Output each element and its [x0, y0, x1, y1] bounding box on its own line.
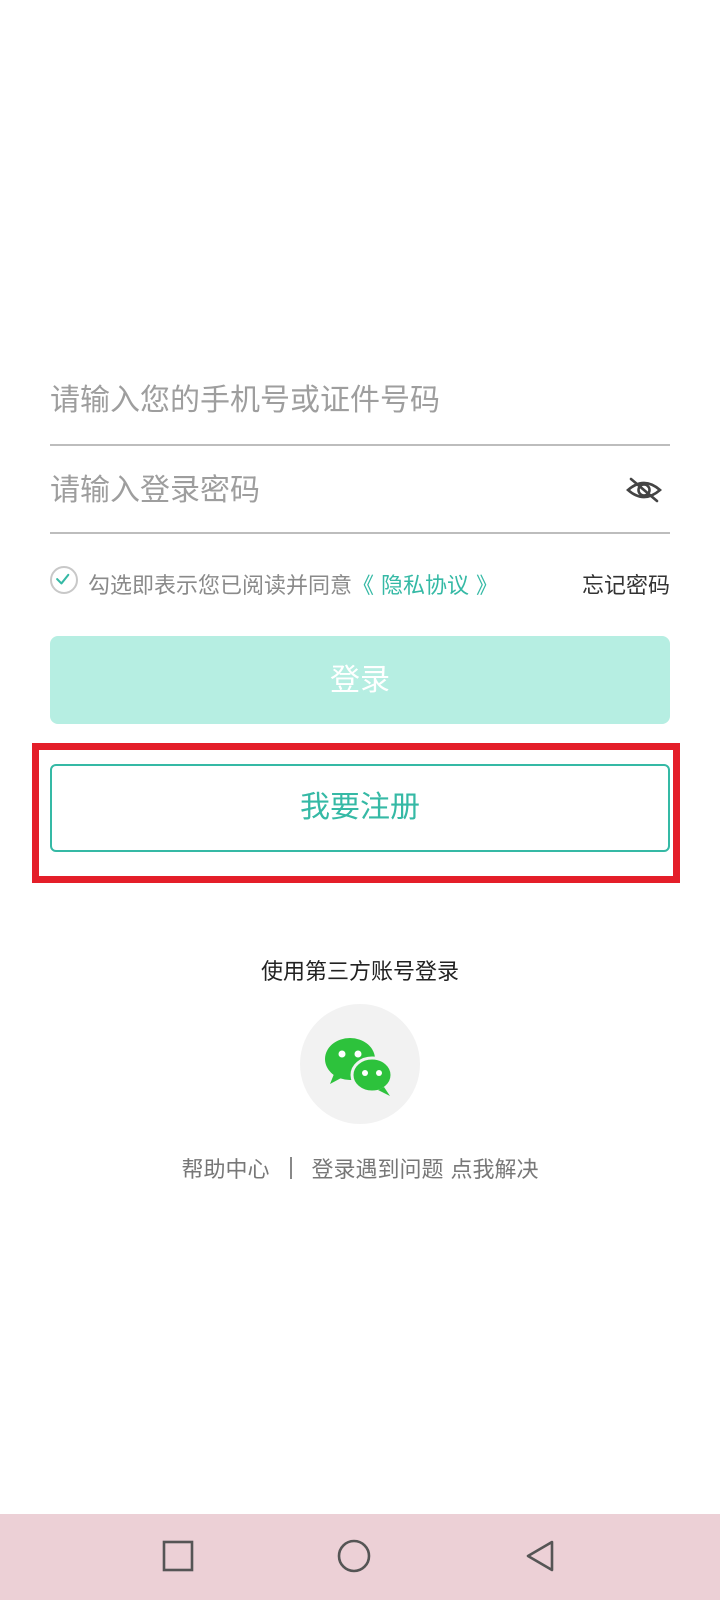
back-icon[interactable] [520, 1536, 560, 1576]
help-center-link[interactable]: 帮助中心 [181, 1158, 269, 1183]
third-party-login-title: 使用第三方账号登录 [260, 960, 459, 985]
agreement-row: 勾选即表示您已阅读并同意《 隐私协议 》 忘记密码 [50, 566, 670, 600]
agreement-text: 勾选即表示您已阅读并同意《 隐私协议 》 [88, 568, 498, 600]
password-input-row [50, 460, 670, 534]
checkmark-icon[interactable] [50, 566, 78, 594]
phone-input-row [50, 370, 670, 446]
phone-input[interactable] [50, 370, 610, 430]
separator [289, 1157, 292, 1179]
wechat-login-button[interactable] [300, 1004, 420, 1124]
help-row: 帮助中心 登录遇到问题 点我解决 [0, 1152, 720, 1184]
login-problem-link[interactable]: 登录遇到问题 点我解决 [312, 1158, 539, 1183]
register-button[interactable]: 我要注册 [50, 764, 670, 852]
login-button[interactable]: 登录 [50, 636, 670, 724]
recent-apps-icon[interactable] [158, 1536, 198, 1576]
password-input[interactable] [50, 460, 610, 520]
navigation-bar [0, 1514, 720, 1600]
wechat-icon [325, 1038, 394, 1096]
home-icon[interactable] [334, 1536, 374, 1576]
privacy-policy-link[interactable]: 《 隐私协议 》 [352, 574, 498, 599]
eye-slash-icon[interactable] [624, 470, 664, 510]
forgot-password-link[interactable]: 忘记密码 [582, 568, 670, 600]
agreement-prefix: 勾选即表示您已阅读并同意 [88, 574, 353, 599]
